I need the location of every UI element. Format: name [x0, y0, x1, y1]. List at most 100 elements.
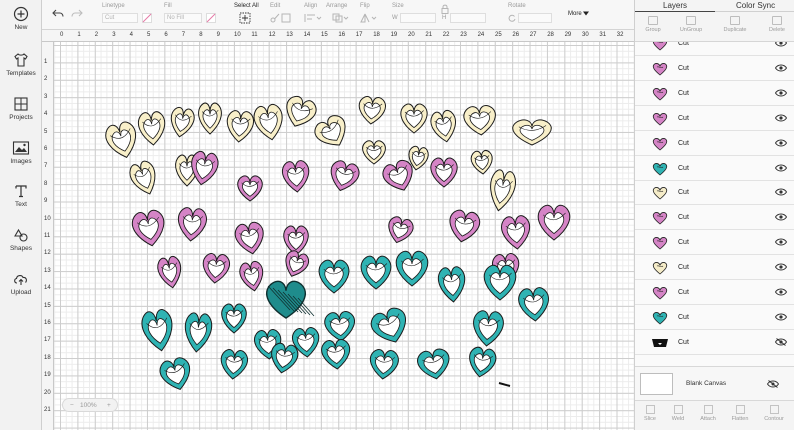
- heart-shape[interactable]: [281, 160, 311, 193]
- undo-icon[interactable]: [52, 8, 64, 20]
- layer-row[interactable]: Cut: [635, 231, 794, 256]
- rotate-input[interactable]: [518, 13, 552, 23]
- heart-shape[interactable]: [131, 209, 168, 249]
- heart-shape[interactable]: [470, 150, 494, 175]
- eye-icon[interactable]: [775, 238, 787, 246]
- heart-shape[interactable]: [358, 96, 387, 125]
- fill-select[interactable]: No Fill: [164, 13, 202, 23]
- heart-shape[interactable]: [198, 102, 222, 135]
- heart-shape[interactable]: [395, 250, 429, 287]
- heart-shape[interactable]: [430, 157, 458, 188]
- heart-shape[interactable]: [437, 266, 466, 303]
- heart-shape[interactable]: [281, 94, 319, 131]
- blank-canvas-row[interactable]: Blank Canvas: [635, 366, 794, 400]
- layer-row[interactable]: Cut: [635, 42, 794, 56]
- heart-shape[interactable]: [137, 111, 167, 146]
- heart-shape[interactable]: [360, 255, 392, 290]
- delete-button[interactable]: Delete: [759, 16, 794, 33]
- heart-shape[interactable]: [501, 215, 532, 250]
- heart-shape[interactable]: [140, 308, 176, 353]
- eye-icon[interactable]: [775, 64, 787, 72]
- canvas-artwork[interactable]: [54, 42, 634, 430]
- heart-shape[interactable]: [518, 287, 551, 322]
- layer-row[interactable]: Cut: [635, 331, 794, 355]
- layer-row[interactable]: Cut: [635, 157, 794, 181]
- heart-shape[interactable]: [221, 303, 247, 334]
- fill-color-swatch[interactable]: [206, 13, 216, 23]
- heart-shape[interactable]: [238, 260, 265, 292]
- heart-shape[interactable]: [252, 103, 286, 142]
- heart-shape[interactable]: [466, 346, 497, 379]
- tab-layers[interactable]: Layers: [663, 1, 687, 10]
- sidebar-item-upload[interactable]: Upload: [0, 271, 42, 296]
- layer-row[interactable]: Cut: [635, 281, 794, 305]
- heart-shape[interactable]: [202, 253, 231, 284]
- eye-icon[interactable]: [775, 313, 787, 321]
- heart-shape[interactable]: [183, 312, 213, 353]
- select-all-icon[interactable]: [239, 12, 251, 24]
- linetype-select[interactable]: Cut: [102, 13, 138, 23]
- heart-shape[interactable]: [537, 204, 571, 241]
- linetype-color-swatch[interactable]: [142, 13, 152, 23]
- eye-icon[interactable]: [775, 139, 787, 147]
- heart-shape[interactable]: [472, 310, 505, 347]
- heart-shape[interactable]: [156, 255, 184, 289]
- black-cut-mark[interactable]: [498, 382, 511, 387]
- align-icon[interactable]: [304, 13, 322, 23]
- size-width-input[interactable]: [400, 13, 436, 23]
- heart-shape[interactable]: [400, 103, 428, 134]
- heart-shape[interactable]: [226, 110, 255, 143]
- eye-icon[interactable]: [775, 114, 787, 122]
- heart-shape[interactable]: [220, 349, 249, 380]
- heart-shape[interactable]: [369, 349, 399, 380]
- zoom-in-button[interactable]: +: [107, 402, 111, 409]
- more-menu[interactable]: More: [568, 11, 590, 17]
- eye-icon[interactable]: [775, 42, 787, 47]
- heart-shape[interactable]: [281, 249, 311, 280]
- attach-button[interactable]: Attach: [693, 405, 723, 422]
- eye-icon[interactable]: [775, 213, 787, 221]
- sidebar-item-images[interactable]: Images: [0, 140, 42, 165]
- heart-shape[interactable]: [237, 175, 263, 202]
- sidebar-item-text[interactable]: Text: [0, 183, 42, 208]
- blank-canvas-swatch[interactable]: [640, 373, 673, 395]
- tab-color-sync[interactable]: Color Sync: [736, 1, 775, 10]
- layer-row[interactable]: Cut: [635, 181, 794, 206]
- weld-button[interactable]: Weld: [663, 405, 693, 422]
- arrange-icon[interactable]: [332, 13, 350, 23]
- layer-row[interactable]: Cut: [635, 306, 794, 330]
- lock-icon[interactable]: [441, 4, 449, 14]
- sidebar-item-projects[interactable]: Projects: [0, 96, 42, 121]
- sidebar-item-new[interactable]: New: [0, 6, 42, 31]
- eye-icon[interactable]: [775, 288, 787, 296]
- heart-shape[interactable]: [324, 311, 356, 342]
- heart-shape[interactable]: [268, 342, 299, 375]
- heart-shape[interactable]: [311, 112, 353, 153]
- layer-row[interactable]: Cut: [635, 256, 794, 281]
- heart-shape[interactable]: [486, 169, 517, 213]
- heart-shape[interactable]: [368, 305, 412, 348]
- heart-shape[interactable]: [168, 106, 195, 138]
- heart-shape[interactable]: [103, 120, 141, 161]
- heart-shape[interactable]: [177, 207, 208, 242]
- rotate-icon[interactable]: [508, 14, 516, 22]
- redo-icon[interactable]: [71, 8, 83, 20]
- flip-icon[interactable]: [360, 13, 378, 23]
- eye-icon[interactable]: [775, 164, 787, 172]
- size-height-input[interactable]: [450, 13, 486, 23]
- sidebar-item-shapes[interactable]: Shapes: [0, 227, 42, 252]
- heart-shape[interactable]: [385, 215, 415, 246]
- heart-shape[interactable]: [512, 119, 552, 146]
- edit-scissors-icon[interactable]: [270, 13, 292, 23]
- group-button[interactable]: Group: [635, 16, 671, 33]
- ungroup-button[interactable]: UnGroup: [673, 16, 709, 33]
- layer-row[interactable]: Cut: [635, 57, 794, 81]
- eye-icon[interactable]: [775, 263, 787, 271]
- heart-shape[interactable]: [447, 209, 482, 245]
- heart-shape[interactable]: [318, 259, 350, 294]
- layer-row[interactable]: Cut: [635, 132, 794, 156]
- flatten-button[interactable]: Flatten: [725, 405, 755, 422]
- duplicate-button[interactable]: Duplicate: [717, 16, 753, 33]
- zoom-out-button[interactable]: −: [70, 402, 74, 409]
- heart-shape[interactable]: [234, 221, 267, 256]
